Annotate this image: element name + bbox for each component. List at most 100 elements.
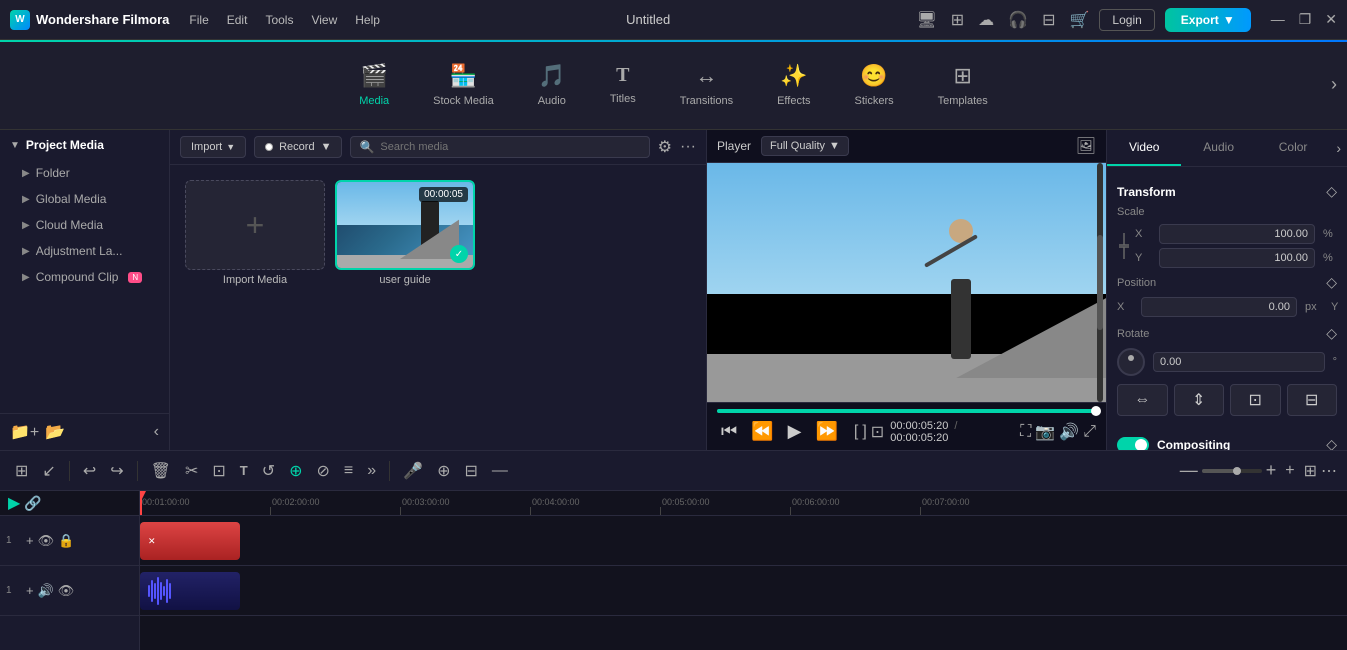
tl-track-v1-content[interactable]: ✕ <box>140 516 1347 565</box>
tl-text-button[interactable]: T <box>235 460 253 481</box>
tl-undo-button[interactable]: ↩ <box>78 458 101 484</box>
player-next-frame-button[interactable]: ⏩ <box>811 419 841 444</box>
login-button[interactable]: Login <box>1099 9 1154 31</box>
tl-snap-button[interactable]: ⊞ <box>10 458 33 484</box>
toolbar-item-audio[interactable]: 🎵 Audio <box>516 53 588 117</box>
reset-button[interactable]: ⊟ <box>1287 384 1338 416</box>
sidebar-item-global-media[interactable]: ▶ Global Media <box>0 186 169 212</box>
cart-icon[interactable]: 🛒 <box>1070 10 1090 30</box>
tl-options-button[interactable]: ⋯ <box>1321 461 1337 481</box>
tl-cut-button[interactable]: ✂ <box>180 458 203 484</box>
player-play-button[interactable]: ▶ <box>784 419 806 444</box>
tl-rotate-button[interactable]: ↺ <box>257 458 280 484</box>
transform-section-header[interactable]: Transform ◇ <box>1117 177 1337 206</box>
add-folder-icon[interactable]: 📁+ <box>10 422 39 442</box>
record-button[interactable]: Record ▼ <box>254 136 342 158</box>
layout-icon[interactable]: ⊟ <box>1042 10 1055 30</box>
tl-clip-a1[interactable] <box>140 572 240 610</box>
player-mark-in-button[interactable]: [ <box>854 422 858 442</box>
tl-minus-button[interactable]: — <box>487 459 513 483</box>
maximize-button[interactable]: ❐ <box>1299 11 1312 28</box>
toolbar-item-effects[interactable]: ✨ Effects <box>755 53 832 117</box>
sidebar-item-adjustment[interactable]: ▶ Adjustment La... <box>0 238 169 264</box>
tl-playhead[interactable] <box>140 491 142 515</box>
collapse-panel-icon[interactable]: ‹ <box>154 423 159 441</box>
add-bin-icon[interactable]: 📂 <box>45 422 65 442</box>
tl-collab-button[interactable]: ⊕ <box>432 458 455 484</box>
toolbar-item-media[interactable]: 🎬 Media <box>337 53 411 117</box>
menu-edit[interactable]: Edit <box>227 13 248 27</box>
tl-delete-button[interactable]: 🗑 <box>146 458 176 484</box>
tl-v1-lock-icon[interactable]: 🔒 <box>58 533 74 549</box>
media-card-import[interactable]: + Import Media <box>185 180 325 286</box>
player-progress-thumb[interactable] <box>1091 406 1101 416</box>
tl-v1-eye-icon[interactable]: 👁 <box>38 533 55 549</box>
search-input[interactable] <box>380 141 640 153</box>
tab-color[interactable]: Color <box>1256 130 1330 166</box>
player-volume-button[interactable]: 🔊 <box>1059 422 1079 442</box>
rotate-input[interactable] <box>1153 352 1325 372</box>
rotate-reset-icon[interactable]: ◇ <box>1326 325 1337 342</box>
toolbar-item-transitions[interactable]: ↔ Transitions <box>658 53 755 117</box>
position-reset-icon[interactable]: ◇ <box>1326 274 1337 291</box>
crop-button[interactable]: ⊡ <box>1230 384 1281 416</box>
media-card-user-guide[interactable]: 00:00:05 ✓ user guide <box>335 180 475 286</box>
monitor-icon[interactable]: 🖥 <box>916 10 936 30</box>
tl-track-v1-add-icon[interactable]: + <box>26 533 34 548</box>
rotate-dial[interactable] <box>1117 348 1145 376</box>
import-button[interactable]: Import ▼ <box>180 136 246 158</box>
media-filter-icon[interactable]: ⚙ <box>658 137 672 157</box>
compositing-toggle[interactable] <box>1117 437 1149 451</box>
media-more-icon[interactable]: ··· <box>680 138 696 156</box>
grid-icon[interactable]: ⊞ <box>951 10 964 30</box>
tab-video[interactable]: Video <box>1107 130 1181 166</box>
transform-reset-icon[interactable]: ◇ <box>1326 183 1337 200</box>
tl-zoom-minus-button[interactable]: — <box>1180 460 1198 481</box>
sidebar-item-folder[interactable]: ▶ Folder <box>0 160 169 186</box>
player-snapshot-button[interactable]: 📷 <box>1035 422 1055 442</box>
menu-tools[interactable]: Tools <box>265 13 293 27</box>
toolbar-item-stickers[interactable]: 😊 Stickers <box>833 53 916 117</box>
tl-pip-button[interactable]: ⊟ <box>460 458 483 484</box>
compositing-reset-icon[interactable]: ◇ <box>1326 436 1337 450</box>
menu-view[interactable]: View <box>311 13 337 27</box>
tl-track-a1-content[interactable] <box>140 566 1347 615</box>
tl-ai-button[interactable]: ≡ <box>339 459 358 483</box>
toolbar-item-stock[interactable]: 🏪 Stock Media <box>411 53 516 117</box>
player-rewind-button[interactable]: ⏮ <box>717 419 741 444</box>
right-tab-more-arrow[interactable]: › <box>1330 130 1347 166</box>
tl-lock-icon[interactable]: 🔗 <box>24 495 41 512</box>
position-x-input[interactable] <box>1141 297 1297 317</box>
tl-more-button[interactable]: » <box>362 459 381 483</box>
player-insert-button[interactable]: ⊡ <box>871 422 884 442</box>
quality-select[interactable]: Full Quality ▼ <box>761 136 849 156</box>
close-button[interactable]: ✕ <box>1325 11 1337 28</box>
flip-vertical-button[interactable]: ⇕ <box>1174 384 1225 416</box>
player-settings-icon[interactable]: 🖼 <box>1076 136 1096 156</box>
flip-horizontal-button[interactable]: ⇔ <box>1117 384 1168 416</box>
tl-tracks-area[interactable]: 00:01:00:00 00:02:00:00 00:03:00:00 00:0… <box>140 491 1347 650</box>
menu-file[interactable]: File <box>189 13 208 27</box>
tl-audio-button[interactable]: 🎤 <box>398 458 428 484</box>
tl-select-button[interactable]: ↙ <box>37 458 60 484</box>
tl-clip-v1[interactable]: ✕ <box>140 522 240 560</box>
tl-zoom-slider[interactable] <box>1202 469 1262 473</box>
player-scrollbar[interactable] <box>1097 163 1103 402</box>
sidebar-item-compound-clip[interactable]: ▶ Compound Clip N <box>0 264 169 290</box>
search-box[interactable]: 🔍 <box>350 136 649 158</box>
tl-a1-eye-icon[interactable]: 👁 <box>58 583 75 599</box>
headphone-icon[interactable]: 🎧 <box>1008 10 1028 30</box>
player-progress-bar[interactable] <box>717 409 1096 413</box>
tl-track-a1-add-icon[interactable]: + <box>26 583 34 598</box>
scale-y-input[interactable] <box>1159 248 1315 268</box>
player-fullscreen-button[interactable]: ⛶ <box>1020 422 1031 442</box>
toolbar-more-arrow[interactable]: › <box>1331 74 1337 95</box>
tl-plus-button[interactable]: + <box>1280 459 1299 483</box>
tl-crop-button[interactable]: ⊡ <box>207 458 230 484</box>
sidebar-item-cloud-media[interactable]: ▶ Cloud Media <box>0 212 169 238</box>
cloud-icon[interactable]: ☁ <box>978 10 994 30</box>
toolbar-item-titles[interactable]: T Titles <box>588 54 658 115</box>
scale-x-input[interactable] <box>1159 224 1315 244</box>
tl-a1-volume-icon[interactable]: 🔊 <box>38 583 54 599</box>
menu-help[interactable]: Help <box>355 13 380 27</box>
